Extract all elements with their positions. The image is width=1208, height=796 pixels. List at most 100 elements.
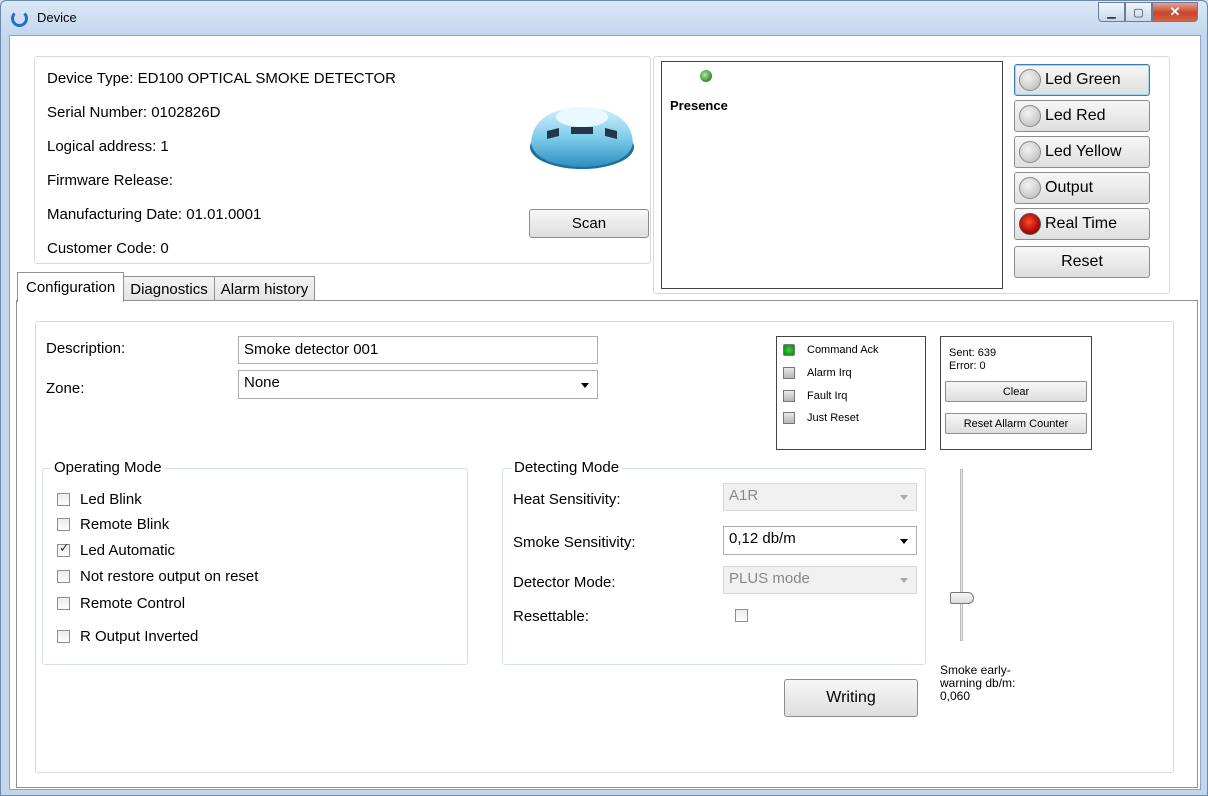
presence-label: Presence	[670, 98, 728, 113]
zone-value: None	[244, 374, 280, 391]
scan-button[interactable]: Scan	[529, 209, 649, 238]
flag-fault-irq: Fault Irq	[783, 390, 847, 402]
flag-just-reset: Just Reset	[783, 412, 859, 424]
flag-label: Fault Irq	[807, 390, 848, 402]
led-automatic-checkbox[interactable]: Led Automatic	[57, 541, 176, 559]
led-red-button[interactable]: Led Red	[1014, 100, 1150, 132]
early-warning-slider-thumb[interactable]	[950, 592, 974, 604]
led-off-icon	[1019, 105, 1041, 127]
led-off-icon	[783, 367, 795, 379]
led-automatic-label: Led Automatic	[80, 542, 176, 559]
smoke-detector-icon	[530, 107, 634, 169]
led-green-button[interactable]: Led Green	[1014, 64, 1150, 96]
remote-control-checkbox[interactable]: Remote Control	[57, 595, 185, 612]
reset-button[interactable]: Reset	[1014, 246, 1150, 278]
checkbox-icon	[57, 570, 70, 583]
led-yellow-button[interactable]: Led Yellow	[1014, 136, 1150, 168]
logical-address: Logical address: 1	[47, 138, 169, 155]
remote-control-label: Remote Control	[80, 595, 186, 612]
early-warning-value: 0,060	[940, 689, 971, 703]
not-restore-label: Not restore output on reset	[80, 568, 259, 585]
led-off-icon	[783, 412, 795, 424]
early-warning-slider-track[interactable]	[960, 469, 963, 641]
led-yellow-label: Led Yellow	[1045, 143, 1122, 160]
smoke-sensitivity-value: 0,12 db/m	[729, 530, 796, 547]
resettable-checkbox[interactable]	[735, 609, 758, 622]
flag-alarm-irq: Alarm Irq	[783, 367, 852, 379]
r-output-inverted-checkbox[interactable]: R Output Inverted	[57, 628, 198, 645]
status-flags-panel: Command Ack Alarm Irq Fault Irq Just Res…	[776, 336, 926, 450]
real-time-button[interactable]: Real Time	[1014, 208, 1150, 240]
maximize-button[interactable]: ▢	[1125, 2, 1152, 22]
title-bar: Device ▁ ▢ ✕	[1, 1, 1207, 35]
maximize-icon: ▢	[1133, 6, 1144, 19]
heat-sensitivity-select[interactable]: A1R	[723, 483, 917, 511]
heat-sensitivity-value: A1R	[729, 487, 759, 504]
close-button[interactable]: ✕	[1152, 2, 1198, 22]
led-on-icon	[783, 344, 795, 356]
tab-strip: Configuration Diagnostics Alarm history	[17, 272, 316, 302]
early-warning-readout: Smoke early-warning db/m: 0,060	[940, 664, 1050, 703]
smoke-sensitivity-select[interactable]: 0,12 db/m	[723, 526, 917, 555]
led-off-icon	[1019, 177, 1041, 199]
presence-display: Presence	[661, 61, 1003, 289]
sent-count: Sent: 639	[949, 347, 997, 359]
operating-mode-title: Operating Mode	[51, 459, 165, 476]
tab-diagnostics[interactable]: Diagnostics	[123, 276, 215, 302]
presence-icon	[700, 70, 712, 82]
tab-configuration[interactable]: Configuration	[17, 272, 125, 302]
flag-label: Just Reset	[807, 412, 859, 424]
reset-alarm-counter-button[interactable]: Reset Allarm Counter	[945, 413, 1087, 434]
led-red-on-icon	[1019, 213, 1041, 235]
operating-mode-group: Operating Mode Led Blink Remote Blink Le…	[42, 459, 468, 665]
device-window: Device ▁ ▢ ✕ Device Type: ED100 OPTICAL …	[0, 0, 1208, 796]
checkbox-checked-icon	[57, 541, 70, 557]
zone-select[interactable]: None	[238, 370, 598, 399]
writing-button[interactable]: Writing	[784, 679, 918, 717]
smoke-sensitivity-label: Smoke Sensitivity:	[513, 534, 636, 551]
clear-button[interactable]: Clear	[945, 381, 1087, 402]
checkbox-icon	[57, 597, 70, 610]
led-off-icon	[783, 390, 795, 402]
device-type: Device Type: ED100 OPTICAL SMOKE DETECTO…	[47, 70, 396, 87]
real-time-label: Real Time	[1045, 215, 1118, 232]
configuration-panel: Description: Smoke detector 001 Zone: No…	[35, 321, 1174, 773]
minimize-button[interactable]: ▁	[1098, 2, 1125, 22]
configuration-pane: Description: Smoke detector 001 Zone: No…	[16, 300, 1198, 788]
dropdown-arrow-icon	[900, 578, 908, 583]
output-label: Output	[1045, 179, 1094, 196]
window-controls: ▁ ▢ ✕	[1098, 2, 1198, 22]
detecting-mode-group: Detecting Mode Heat Sensitivity: A1R Smo…	[502, 459, 926, 665]
zone-label: Zone:	[46, 380, 85, 397]
checkbox-icon	[57, 493, 70, 506]
firmware-release: Firmware Release:	[47, 172, 173, 189]
detecting-mode-title: Detecting Mode	[511, 459, 623, 476]
remote-blink-checkbox[interactable]: Remote Blink	[57, 516, 169, 533]
flag-label: Alarm Irq	[807, 367, 852, 379]
window-title: Device	[37, 10, 77, 25]
device-info-panel: Device Type: ED100 OPTICAL SMOKE DETECTO…	[34, 56, 651, 264]
error-count: Error: 0	[949, 360, 986, 372]
status-panel: Presence Led Green Led Red Led Yellow Ou…	[653, 56, 1170, 294]
output-button[interactable]: Output	[1014, 172, 1150, 204]
detector-mode-select[interactable]: PLUS mode	[723, 566, 917, 594]
tab-alarm-history[interactable]: Alarm history	[213, 276, 316, 302]
early-warning-label: Smoke early-warning db/m:	[940, 663, 1016, 690]
app-icon	[11, 10, 28, 27]
counter-panel: Sent: 639 Error: 0 Clear Reset Allarm Co…	[940, 336, 1092, 450]
r-output-inverted-label: R Output Inverted	[80, 628, 199, 645]
not-restore-output-checkbox[interactable]: Not restore output on reset	[57, 568, 258, 585]
led-off-icon	[1019, 141, 1041, 163]
heat-sensitivity-label: Heat Sensitivity:	[513, 491, 621, 508]
close-icon: ✕	[1169, 4, 1181, 19]
flag-command-ack: Command Ack	[783, 344, 879, 356]
led-blink-checkbox[interactable]: Led Blink	[57, 491, 142, 508]
description-input[interactable]: Smoke detector 001	[238, 336, 598, 364]
dropdown-arrow-icon	[900, 538, 908, 544]
customer-code: Customer Code: 0	[47, 240, 169, 257]
manufacturing-date: Manufacturing Date: 01.01.0001	[47, 206, 262, 223]
description-label: Description:	[46, 340, 126, 357]
dropdown-arrow-icon	[900, 495, 908, 500]
checkbox-icon	[735, 609, 748, 622]
detector-mode-label: Detector Mode:	[513, 574, 616, 591]
